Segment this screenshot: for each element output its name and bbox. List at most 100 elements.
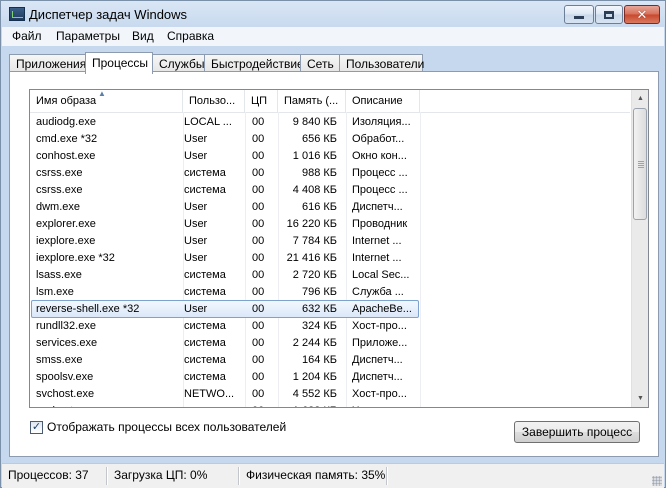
table-row[interactable]: svchost.exe NETWO... 00 4 552 КБ Хост-про... <box>30 385 630 402</box>
tab-applications[interactable]: Приложения <box>9 54 86 72</box>
process-name: csrss.exe <box>36 184 83 196</box>
process-cpu: 00 <box>252 201 265 213</box>
minimize-button[interactable] <box>564 5 594 24</box>
vertical-scrollbar[interactable]: ▲ ▼ <box>631 90 648 407</box>
process-name: services.exe <box>36 337 98 349</box>
process-cpu: 00 <box>252 286 265 298</box>
process-user: система <box>184 184 226 196</box>
process-description: Проводник <box>352 218 408 230</box>
table-row[interactable]: services.exe система 00 2 244 КБ Приложе... <box>30 334 630 351</box>
process-description: Internet ... <box>352 235 402 247</box>
table-row[interactable]: rundll32.exe система 00 324 КБ Хост-про... <box>30 317 630 334</box>
process-user: NETWO... <box>184 388 235 400</box>
menu-file[interactable]: Файл <box>12 29 42 43</box>
column-memory[interactable]: Память (... <box>278 90 346 112</box>
process-cpu: 00 <box>252 116 265 128</box>
table-row[interactable]: reverse-shell.exe *32 User 00 632 КБ ApacheB… <box>30 300 630 318</box>
process-cpu: 00 <box>252 388 265 400</box>
process-user: User <box>184 303 208 315</box>
maximize-button[interactable] <box>595 5 623 24</box>
process-name: reverse-shell.exe *32 <box>36 303 140 315</box>
end-process-button[interactable]: Завершить процесс <box>514 421 640 443</box>
tab-users[interactable]: Пользователи <box>339 54 424 72</box>
process-name: smss.exe <box>36 354 83 366</box>
table-row[interactable]: lsm.exe система 00 796 КБ Служба ... <box>30 283 630 300</box>
process-user: система <box>184 320 226 332</box>
tab-services[interactable]: Службы <box>152 54 205 72</box>
table-row[interactable]: audiodg.exe LOCAL ... 00 9 840 КБ Изоляция..… <box>30 113 630 130</box>
process-user: User <box>184 150 208 162</box>
table-row[interactable]: conhost.exe User 00 1 016 КБ Окно кон... <box>30 147 630 164</box>
process-cpu: 00 <box>252 252 265 264</box>
task-manager-icon <box>9 7 25 21</box>
column-cpu[interactable]: ЦП <box>245 90 278 112</box>
tab-network[interactable]: Сеть <box>300 54 340 72</box>
process-memory: 2 720 КБ <box>292 269 337 281</box>
table-row[interactable]: explorer.exe User 00 16 220 КБ Проводник <box>30 215 630 232</box>
process-name: lsm.exe <box>36 286 74 298</box>
title-bar[interactable]: Диспетчер задач Windows ✕ <box>1 1 665 27</box>
status-process-count: Процессов: 37 <box>8 468 89 482</box>
table-row[interactable]: dwm.exe User 00 616 КБ Диспетч... <box>30 198 630 215</box>
close-icon: ✕ <box>636 7 648 22</box>
process-description: Изоляция... <box>352 116 411 128</box>
process-user: система <box>184 167 226 179</box>
process-memory: 616 КБ <box>301 201 337 213</box>
column-user[interactable]: Пользо... <box>183 90 245 112</box>
process-memory: 1 016 КБ <box>292 150 337 162</box>
menu-help[interactable]: Справка <box>167 29 214 43</box>
tab-processes[interactable]: Процессы <box>85 52 153 74</box>
process-cpu: 00 <box>252 150 265 162</box>
table-row[interactable]: svchost.exe система 001 628 КБ Хост-про... <box>30 402 630 407</box>
process-user: система <box>184 371 226 383</box>
process-cpu: 00 <box>252 167 265 179</box>
process-cpu: 00 <box>252 218 265 230</box>
process-memory: 4 552 КБ <box>292 388 337 400</box>
process-list[interactable]: ▲ Имя образа Пользо... ЦП Память (... Опи… <box>29 89 649 408</box>
process-description: Диспетч... <box>352 371 403 383</box>
menu-options[interactable]: Параметры <box>56 29 120 43</box>
table-row[interactable]: iexplore.exe *32 User 00 21 416 КБ Internet … <box>30 249 630 266</box>
process-memory: 1 628 КБ <box>273 403 337 407</box>
process-name: iexplore.exe *32 <box>36 252 115 264</box>
resize-grip-icon[interactable] <box>652 476 662 486</box>
table-row[interactable]: lsass.exe система 00 2 720 КБ Local Sec... <box>30 266 630 283</box>
process-memory: 4 408 КБ <box>292 184 337 196</box>
status-physical-memory: Физическая память: 35% <box>246 468 386 482</box>
process-cpu: 00 <box>252 235 265 247</box>
process-memory: 632 КБ <box>301 303 337 315</box>
column-image-name[interactable]: ▲ Имя образа <box>30 90 183 112</box>
processes-panel: ▲ Имя образа Пользо... ЦП Память (... Опи… <box>9 71 659 457</box>
menu-bar: Файл Параметры Вид Справка <box>2 27 664 46</box>
process-memory: 7 784 КБ <box>292 235 337 247</box>
process-description: Служба ... <box>352 286 404 298</box>
process-name: csrss.exe <box>36 167 83 179</box>
table-row[interactable]: cmd.exe *32 User 00 656 КБ Обработ... <box>30 130 630 147</box>
process-memory: 1 204 КБ <box>292 371 337 383</box>
close-button[interactable]: ✕ <box>624 5 660 24</box>
process-cpu: 00 <box>252 320 265 332</box>
minimize-icon <box>574 16 584 19</box>
process-name: iexplore.exe <box>36 235 96 247</box>
process-memory: 9 840 КБ <box>292 116 337 128</box>
process-user: User <box>184 235 208 247</box>
scroll-thumb[interactable] <box>633 108 647 220</box>
table-row[interactable]: csrss.exe система 00 988 КБ Процесс ... <box>30 164 630 181</box>
table-row[interactable]: csrss.exe система 00 4 408 КБ Процесс ... <box>30 181 630 198</box>
tab-performance[interactable]: Быстродействие <box>204 54 304 72</box>
table-row[interactable]: smss.exe система 00 164 КБ Диспетч... <box>30 351 630 368</box>
column-description[interactable]: Описание <box>346 90 420 112</box>
table-row[interactable]: iexplore.exe User 00 7 784 КБ Internet ... <box>30 232 630 249</box>
show-all-users-checkbox[interactable]: ✓ <box>30 421 43 434</box>
table-row[interactable]: spoolsv.exe система 00 1 204 КБ Диспетч... <box>30 368 630 385</box>
scroll-up-icon[interactable]: ▲ <box>632 90 648 107</box>
process-cpu: 00 <box>252 133 265 145</box>
process-memory: 2 244 КБ <box>292 337 337 349</box>
process-description: Хост-про... <box>352 403 416 407</box>
window-title: Диспетчер задач Windows <box>29 7 188 22</box>
process-user: User <box>184 201 208 213</box>
process-name: spoolsv.exe <box>36 371 94 383</box>
menu-view[interactable]: Вид <box>132 29 154 43</box>
scroll-down-icon[interactable]: ▼ <box>632 390 648 407</box>
process-user: LOCAL ... <box>184 116 232 128</box>
